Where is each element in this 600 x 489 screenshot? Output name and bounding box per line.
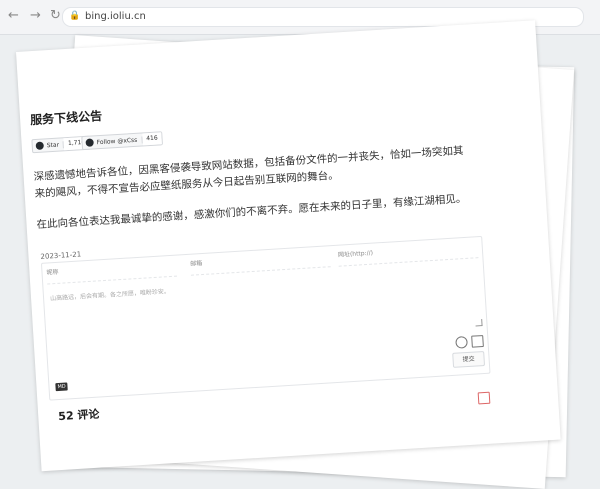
markdown-icon[interactable]: MD [55, 382, 68, 392]
lock-icon: 🔒 [69, 11, 81, 21]
badge-count: 416 [141, 132, 163, 146]
badge-label: Follow @xCss [96, 135, 143, 146]
comment-count: 52 评论 [57, 407, 100, 424]
url-text[interactable]: bing.ioliu.cn [85, 11, 146, 22]
back-icon[interactable]: ← [8, 9, 19, 23]
comment-form: 昵称 邮箱 网址(http://) 山高路远，后会有期。各之所愿，唯盼珍安。 提… [40, 235, 491, 401]
image-upload-icon[interactable] [471, 335, 484, 348]
article-content: 服务下线公告 Star 1,710 Follow @xCss 416 深感遗憾地… [16, 20, 561, 471]
github-follow-badge[interactable]: Follow @xCss 416 [81, 131, 164, 151]
submit-button[interactable]: 提交 [452, 350, 486, 368]
github-icon [35, 141, 45, 150]
badge-label: Star [46, 140, 65, 149]
email-field[interactable]: 邮箱 [189, 250, 331, 276]
github-icon [85, 138, 94, 147]
post-date: 2023-11-21 [40, 250, 82, 261]
emoji-icon[interactable] [455, 335, 468, 349]
page-title: 服务下线公告 [29, 108, 103, 128]
reload-icon[interactable]: ↻ [50, 9, 61, 23]
forward-icon[interactable]: → [30, 9, 41, 23]
nickname-field[interactable]: 昵称 [46, 259, 178, 285]
seal-icon [477, 391, 491, 405]
website-field[interactable]: 网址(http://) [337, 241, 479, 267]
resize-handle-icon[interactable] [475, 319, 483, 327]
paper-sheet-front: 服务下线公告 Star 1,710 Follow @xCss 416 深感遗憾地… [16, 20, 561, 472]
